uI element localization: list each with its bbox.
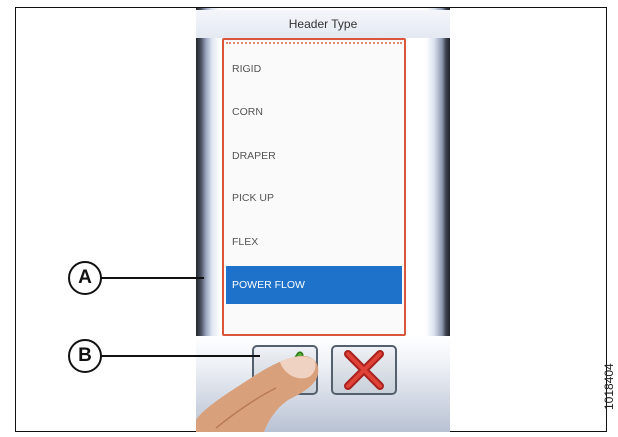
screen-title: Header Type: [196, 10, 450, 38]
list-item-corn[interactable]: CORN: [230, 93, 402, 131]
figure-id: 1018404: [602, 363, 616, 410]
list-item-rigid[interactable]: RIGID: [230, 50, 402, 88]
display-screen: Header Type RIGID CORN DRAPER PICK UP FL…: [196, 8, 450, 432]
list-item-flex[interactable]: FLEX: [230, 223, 402, 261]
list-item-pick-up[interactable]: PICK UP: [230, 179, 402, 217]
callout-b-leader: [100, 355, 260, 357]
figure-frame: Header Type RIGID CORN DRAPER PICK UP FL…: [15, 7, 616, 432]
callout-a: A: [68, 261, 102, 295]
list-item-power-flow[interactable]: POWER FLOW: [226, 266, 402, 304]
finger-image: [196, 355, 319, 432]
callout-b: B: [68, 339, 102, 373]
red-x-icon: [344, 350, 384, 390]
header-type-list: RIGID CORN DRAPER PICK UP FLEX POWER FLO…: [222, 38, 406, 336]
cancel-button[interactable]: [331, 345, 397, 395]
callout-a-leader: [100, 277, 204, 279]
list-item-draper[interactable]: DRAPER: [230, 137, 402, 175]
list-top-border: [226, 42, 402, 48]
